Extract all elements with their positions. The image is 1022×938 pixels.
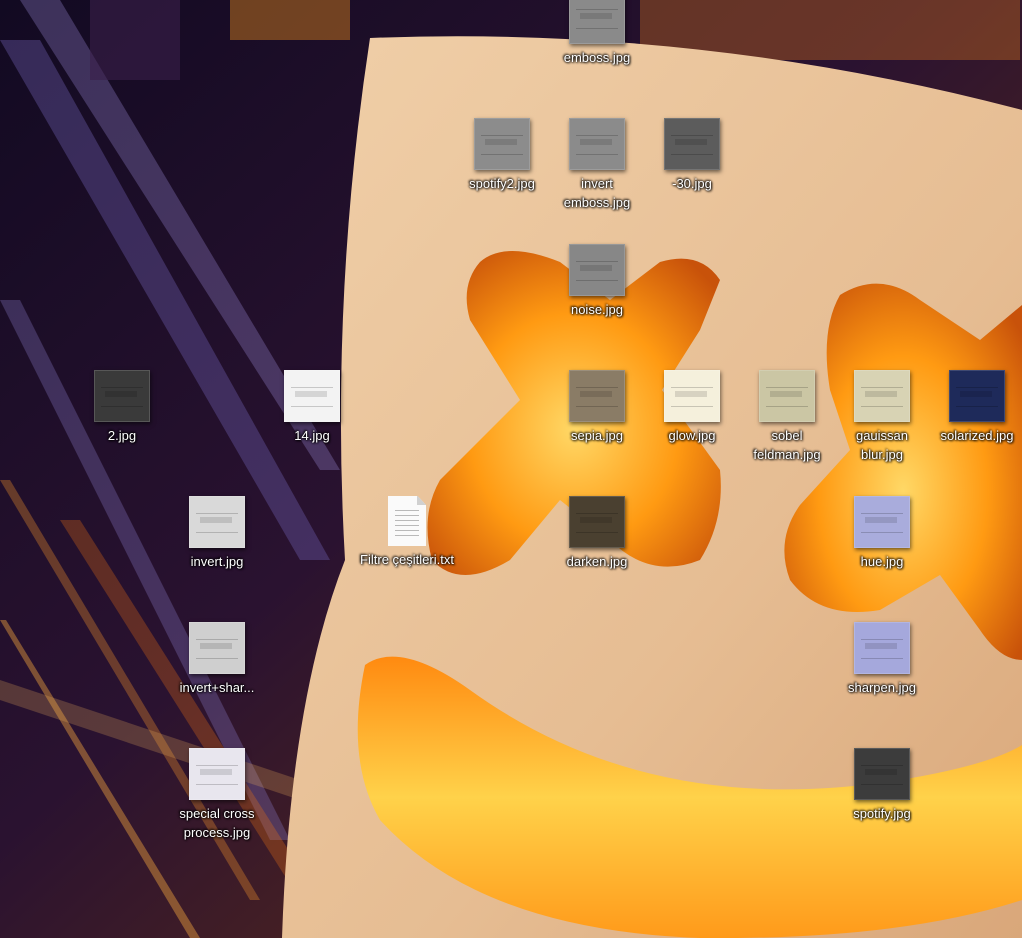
image-thumbnail-icon — [569, 496, 625, 548]
image-thumbnail-icon — [569, 118, 625, 170]
image-thumbnail-icon — [189, 748, 245, 800]
file-name-label: invert.jpg — [190, 554, 244, 569]
image-thumbnail-icon — [94, 370, 150, 422]
image-thumbnail-icon — [189, 622, 245, 674]
image-thumbnail-icon — [189, 496, 245, 548]
file-name-label: sobel feldman.jpg — [753, 428, 821, 462]
desktop-file-icon-image[interactable]: 2.jpg — [74, 370, 170, 445]
desktop[interactable]: emboss.jpg spotify2.jpg invert emboss.jpg -… — [0, 0, 1022, 938]
desktop-file-icon-image[interactable]: darken.jpg — [549, 496, 645, 571]
image-thumbnail-icon — [664, 118, 720, 170]
desktop-file-icon-image[interactable]: spotify.jpg — [834, 748, 930, 823]
file-name-label: noise.jpg — [570, 302, 624, 317]
desktop-file-icon-image[interactable]: hue.jpg — [834, 496, 930, 571]
desktop-file-icon-image[interactable]: gauissan blur.jpg — [834, 370, 930, 464]
desktop-file-icon-text[interactable]: Filtre çeşitleri.txt — [359, 496, 455, 569]
image-thumbnail-icon — [474, 118, 530, 170]
file-name-label: invert emboss.jpg — [563, 176, 631, 210]
image-thumbnail-icon — [569, 244, 625, 296]
image-thumbnail-icon — [664, 370, 720, 422]
file-name-label: solarized.jpg — [940, 428, 1014, 443]
file-name-label: -30.jpg — [672, 176, 712, 191]
file-name-label: sharpen.jpg — [848, 680, 916, 695]
image-thumbnail-icon — [854, 622, 910, 674]
desktop-file-icon-image[interactable]: invert emboss.jpg — [549, 118, 645, 212]
image-thumbnail-icon — [854, 370, 910, 422]
desktop-file-icon-image[interactable]: 14.jpg — [264, 370, 360, 445]
desktop-file-icon-image[interactable]: invert+shar... — [169, 622, 265, 697]
file-name-label: 14.jpg — [294, 428, 330, 443]
desktop-file-icon-image[interactable]: spotify2.jpg — [454, 118, 550, 193]
file-name-label: hue.jpg — [860, 554, 904, 569]
desktop-file-icon-image[interactable]: sobel feldman.jpg — [739, 370, 835, 464]
file-name-label: Filtre çeşitleri.txt — [360, 552, 454, 567]
file-name-label: spotify.jpg — [853, 806, 911, 821]
image-thumbnail-icon — [569, 370, 625, 422]
file-name-label: invert+shar... — [179, 680, 255, 695]
desktop-file-icon-image[interactable]: invert.jpg — [169, 496, 265, 571]
image-thumbnail-icon — [284, 370, 340, 422]
desktop-file-icon-image[interactable]: special cross process.jpg — [169, 748, 265, 842]
file-name-label: gauissan blur.jpg — [855, 428, 909, 462]
image-thumbnail-icon — [854, 496, 910, 548]
file-name-label: special cross process.jpg — [179, 806, 255, 840]
desktop-file-icon-image[interactable]: sepia.jpg — [549, 370, 645, 445]
image-thumbnail-icon — [949, 370, 1005, 422]
file-name-label: glow.jpg — [668, 428, 716, 443]
image-thumbnail-icon — [854, 748, 910, 800]
file-name-label: spotify2.jpg — [469, 176, 535, 191]
image-thumbnail-icon — [759, 370, 815, 422]
file-name-label: 2.jpg — [107, 428, 137, 443]
desktop-file-icon-image[interactable]: noise.jpg — [549, 244, 645, 319]
file-name-label: darken.jpg — [566, 554, 628, 569]
desktop-file-icon-image[interactable]: emboss.jpg — [549, 0, 645, 67]
desktop-file-icon-image[interactable]: glow.jpg — [644, 370, 740, 445]
desktop-file-icon-image[interactable]: sharpen.jpg — [834, 622, 930, 697]
text-document-icon — [388, 496, 426, 546]
image-thumbnail-icon — [569, 0, 625, 44]
file-name-label: sepia.jpg — [570, 428, 624, 443]
desktop-file-icon-image[interactable]: solarized.jpg — [929, 370, 1022, 445]
file-name-label: emboss.jpg — [563, 50, 631, 65]
desktop-file-icon-image[interactable]: -30.jpg — [644, 118, 740, 193]
